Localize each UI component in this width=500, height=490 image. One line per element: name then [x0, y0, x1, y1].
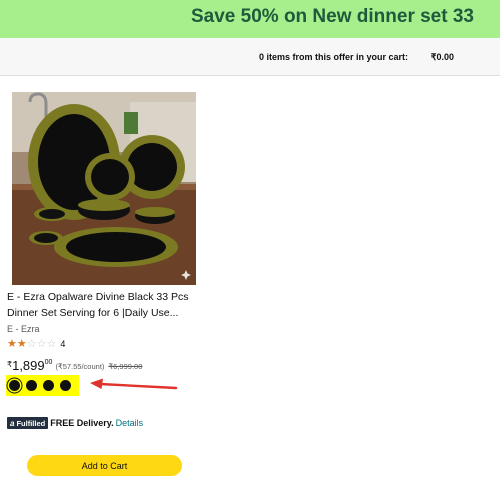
- price-fraction: 00: [44, 359, 53, 366]
- color-swatch-2[interactable]: [26, 380, 37, 391]
- product-brand: E - Ezra: [7, 324, 40, 334]
- unit-price: (₹57.55/count): [55, 362, 105, 371]
- offer-banner-title: Save 50% on New dinner set 33: [190, 6, 474, 27]
- color-swatch-3[interactable]: [43, 380, 54, 391]
- fulfilled-badge-label: Fulfilled: [16, 418, 46, 428]
- stars-filled: ★★: [7, 338, 27, 350]
- delivery-info: a Fulfilled FREE Delivery. Details: [7, 417, 143, 429]
- fulfilled-badge: a Fulfilled: [7, 417, 49, 429]
- cart-summary-value: ₹0.00: [430, 52, 454, 62]
- product-title-link[interactable]: E - Ezra Opalware Divine Black 33 Pcs Di…: [7, 289, 199, 321]
- rating-count: 4: [60, 339, 66, 349]
- price-whole: 1,899: [12, 358, 45, 373]
- stars-empty: ☆☆☆: [26, 338, 57, 350]
- product-card: E - Ezra Opalware Divine Black 33 Pcs Di…: [6, 86, 200, 486]
- color-swatch-1[interactable]: [9, 380, 20, 391]
- price-block: ₹ 1,899 00 (₹57.55/count) ₹6,999.00: [7, 358, 142, 374]
- delivery-details-link[interactable]: Details: [116, 418, 144, 428]
- cart-summary-label: 0 items from this offer in your cart:: [258, 52, 408, 62]
- offer-banner: Save 50% on New dinner set 33: [0, 0, 500, 38]
- red-arrow-icon: [90, 378, 178, 390]
- list-price: ₹6,999.00: [108, 362, 143, 371]
- color-swatch-group: [6, 375, 79, 396]
- product-image[interactable]: [12, 92, 196, 285]
- free-delivery-text: FREE Delivery.: [50, 418, 114, 428]
- add-to-cart-button[interactable]: Add to Cart: [27, 455, 182, 476]
- cart-summary-bar: 0 items from this offer in your cart: ₹0…: [0, 38, 500, 76]
- color-swatch-4[interactable]: [60, 380, 71, 391]
- product-rating[interactable]: ★★☆☆☆ 4: [7, 338, 65, 350]
- star-rating-icon: ★★☆☆☆: [7, 338, 56, 350]
- fulfilled-logo-icon: a: [10, 418, 15, 428]
